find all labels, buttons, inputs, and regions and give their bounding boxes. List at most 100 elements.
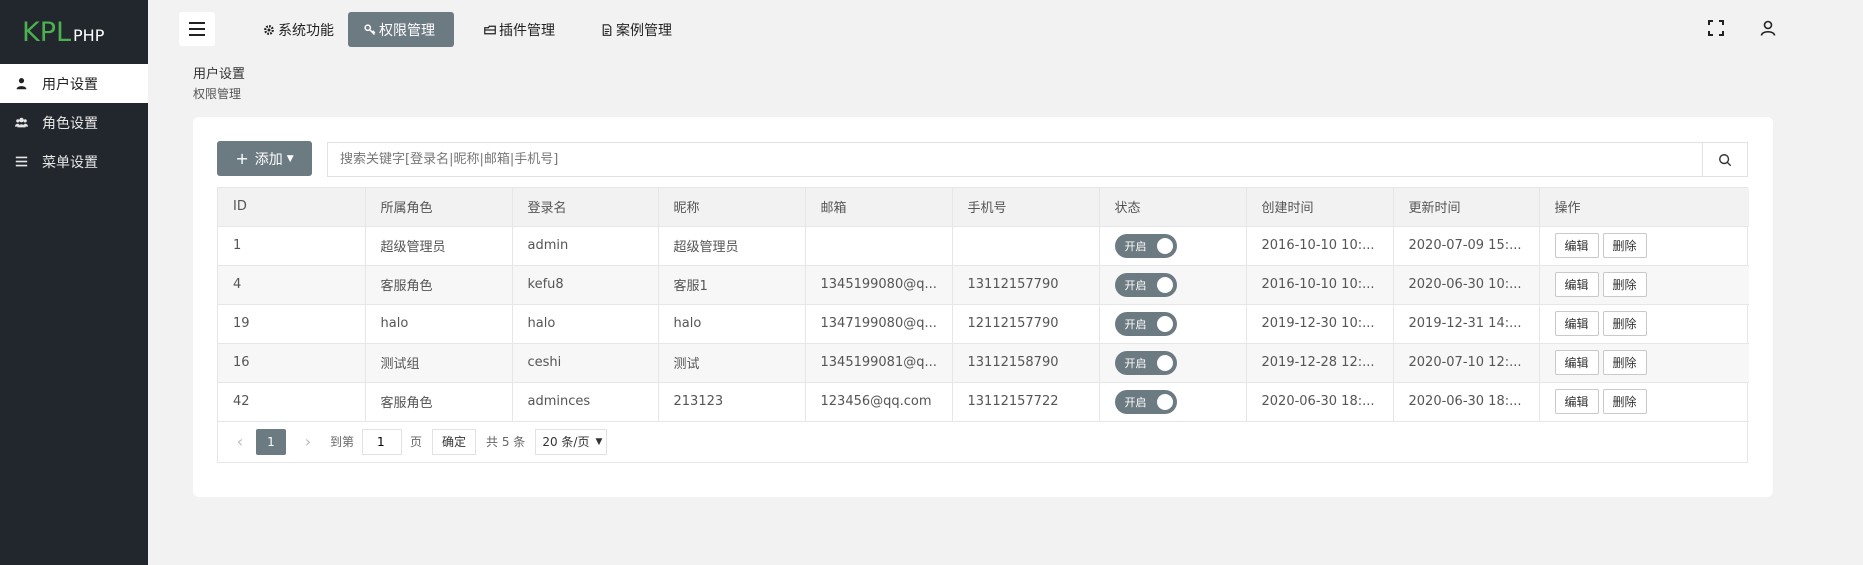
cell-id: 16	[218, 343, 366, 383]
toggle-knob	[1156, 237, 1173, 254]
cell-actions: 编辑 删除	[1539, 265, 1749, 305]
cell-phone: 12112157790	[952, 304, 1100, 344]
tab-case-management[interactable]: 案例管理	[585, 12, 688, 47]
breadcrumb-level1: 用户设置	[193, 67, 246, 82]
cell-login: admin	[512, 226, 659, 266]
total-count: 共 5 条	[486, 435, 526, 449]
edit-button[interactable]: 编辑	[1554, 272, 1599, 297]
logo-main: KPL	[22, 16, 72, 48]
search-button[interactable]	[1702, 142, 1748, 177]
file-icon	[601, 23, 613, 36]
add-button[interactable]: + 添加 ▼	[217, 141, 312, 176]
search-icon	[1719, 153, 1732, 166]
status-toggle[interactable]: 开启	[1114, 233, 1177, 258]
column-header[interactable]: 手机号	[952, 188, 1100, 227]
edit-button[interactable]: 编辑	[1554, 389, 1599, 414]
delete-button[interactable]: 删除	[1602, 311, 1647, 336]
column-header[interactable]: 创建时间	[1246, 188, 1394, 227]
cell-nick: 213123	[658, 382, 806, 422]
toggle-knob	[1156, 393, 1173, 410]
top-header: 系统功能 权限管理 插件管理 案例管理	[148, 0, 1863, 58]
cell-email: 123456@qq.com	[805, 382, 953, 422]
cell-nick: 测试	[658, 343, 806, 383]
fullscreen-icon[interactable]	[1706, 18, 1726, 38]
cell-role: 超级管理员	[365, 226, 513, 266]
sidebar-item-label: 用户设置	[42, 76, 98, 93]
cell-id: 1	[218, 226, 366, 266]
menu-toggle-button[interactable]	[179, 12, 215, 46]
user-profile-icon[interactable]	[1758, 18, 1778, 38]
page-unit-label: 页	[410, 435, 423, 449]
cell-status: 开启	[1099, 304, 1247, 344]
tab-plugin-management[interactable]: 插件管理	[468, 12, 571, 47]
status-toggle[interactable]: 开启	[1114, 389, 1177, 414]
caret-down-icon: ▼	[286, 153, 294, 164]
edit-button[interactable]: 编辑	[1554, 350, 1599, 375]
cell-phone: 13112158790	[952, 343, 1100, 383]
cell-updated: 2020-07-09 15:...	[1393, 226, 1540, 266]
list-icon	[14, 155, 28, 169]
cell-phone	[952, 226, 1100, 266]
chevron-down-icon: ▼	[595, 436, 603, 447]
cell-id: 19	[218, 304, 366, 344]
cell-email: 1347199080@q...	[805, 304, 953, 344]
cell-login: adminces	[512, 382, 659, 422]
tab-system-functions[interactable]: 系统功能	[247, 12, 350, 47]
column-header[interactable]: 更新时间	[1393, 188, 1540, 227]
search-input[interactable]	[327, 142, 1702, 177]
cell-login: halo	[512, 304, 659, 344]
cell-role: 测试组	[365, 343, 513, 383]
status-toggle[interactable]: 开启	[1114, 350, 1177, 375]
next-page-icon[interactable]: ›	[298, 432, 318, 451]
delete-button[interactable]: 删除	[1602, 272, 1647, 297]
cell-updated: 2020-06-30 18:...	[1393, 382, 1540, 422]
cell-status: 开启	[1099, 265, 1247, 305]
cell-actions: 编辑 删除	[1539, 382, 1749, 422]
plugin-icon	[484, 24, 496, 36]
page-size-select[interactable]: 20 条/页 ▼	[535, 428, 608, 455]
column-header[interactable]: 邮箱	[805, 188, 953, 227]
delete-button[interactable]: 删除	[1602, 389, 1647, 414]
cell-created: 2019-12-28 12:...	[1246, 343, 1394, 383]
sidebar-item-role-settings[interactable]: 角色设置	[0, 103, 148, 142]
sidebar-item-menu-settings[interactable]: 菜单设置	[0, 142, 148, 181]
column-header[interactable]: 操作	[1539, 188, 1749, 227]
cell-login: kefu8	[512, 265, 659, 305]
logo[interactable]: KPL PHP	[0, 0, 148, 64]
table-header-row: ID 所属角色 登录名 昵称 邮箱 手机号 状态 创建时间 更新时间 操作	[218, 188, 1749, 227]
column-header[interactable]: 昵称	[658, 188, 806, 227]
goto-page-input[interactable]	[362, 428, 403, 455]
page-number[interactable]: 1	[256, 428, 286, 455]
goto-label: 到第	[330, 435, 355, 449]
toggle-knob	[1156, 354, 1173, 371]
logo-sub: PHP	[73, 25, 105, 45]
column-header[interactable]: 登录名	[512, 188, 659, 227]
key-icon	[364, 23, 376, 36]
column-header[interactable]: 所属角色	[365, 188, 513, 227]
plus-icon: +	[235, 149, 249, 168]
edit-button[interactable]: 编辑	[1554, 311, 1599, 336]
cell-created: 2016-10-10 10:...	[1246, 226, 1394, 266]
goto-confirm-button[interactable]: 确定	[432, 428, 477, 455]
column-header[interactable]: ID	[218, 188, 366, 227]
delete-button[interactable]: 删除	[1602, 233, 1647, 258]
column-header[interactable]: 状态	[1099, 188, 1247, 227]
table-row: 1 超级管理员 admin 超级管理员 开启 2016-10-10 10:...…	[218, 226, 1749, 266]
cell-created: 2020-06-30 18:...	[1246, 382, 1394, 422]
user-table: ID 所属角色 登录名 昵称 邮箱 手机号 状态 创建时间 更新时间 操作 1 …	[217, 187, 1749, 463]
tab-permission-management[interactable]: 权限管理	[348, 12, 454, 47]
sidebar: KPL PHP 用户设置 角色设置 菜单设置	[0, 0, 148, 565]
cell-updated: 2020-06-30 10:...	[1393, 265, 1540, 305]
edit-button[interactable]: 编辑	[1554, 233, 1599, 258]
status-toggle[interactable]: 开启	[1114, 311, 1177, 336]
cell-email: 1345199081@q...	[805, 343, 953, 383]
cell-actions: 编辑 删除	[1539, 226, 1749, 266]
cell-actions: 编辑 删除	[1539, 343, 1749, 383]
sidebar-item-user-settings[interactable]: 用户设置	[0, 64, 148, 103]
prev-page-icon[interactable]: ‹	[230, 432, 250, 451]
table-row: 4 客服角色 kefu8 客服1 1345199080@q... 1311215…	[218, 265, 1749, 305]
status-toggle[interactable]: 开启	[1114, 272, 1177, 297]
cell-updated: 2019-12-31 14:...	[1393, 304, 1540, 344]
sidebar-item-label: 角色设置	[42, 115, 98, 132]
delete-button[interactable]: 删除	[1602, 350, 1647, 375]
